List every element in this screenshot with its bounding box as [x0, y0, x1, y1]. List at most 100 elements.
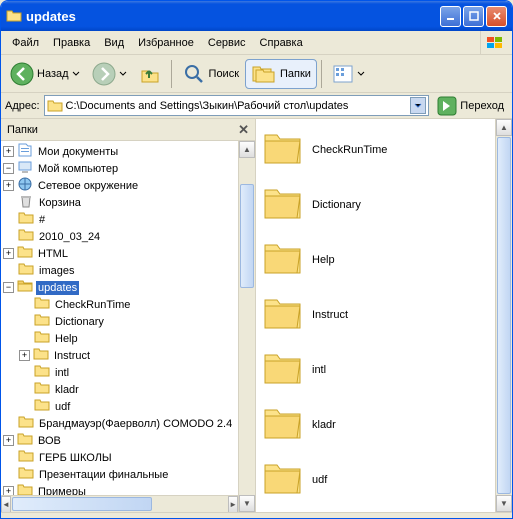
go-label: Переход	[460, 100, 504, 112]
tree-item[interactable]: Dictionary	[1, 313, 238, 330]
tree-item[interactable]: +Сетевое окружение	[1, 177, 238, 194]
expand-button[interactable]: −	[3, 163, 14, 174]
chevron-down-icon	[119, 70, 127, 78]
scrollbar-vertical[interactable]: ▲▼	[238, 141, 255, 512]
folder-label: Instruct	[312, 309, 348, 321]
tree-item[interactable]: udf	[1, 398, 238, 415]
address-input-wrap	[44, 95, 430, 116]
tree-label: Help	[53, 332, 80, 346]
folder-item[interactable]: CheckRunTime	[260, 127, 491, 172]
folder-icon	[262, 404, 304, 445]
folder-icon	[262, 184, 304, 225]
search-label: Поиск	[209, 68, 239, 80]
expand-button[interactable]: −	[3, 282, 14, 293]
tree-item[interactable]: images	[1, 262, 238, 279]
menu-tools[interactable]: Сервис	[201, 35, 253, 51]
address-label: Адрес:	[5, 100, 40, 112]
tree-item[interactable]: ГЕРБ ШКОЛЫ	[1, 449, 238, 466]
go-button[interactable]: Переход	[433, 94, 508, 118]
file-list[interactable]: CheckRunTime Dictionary Help Instruct intl kl…	[256, 119, 495, 512]
menu-file[interactable]: Файл	[5, 35, 46, 51]
folder-item[interactable]: intl	[260, 347, 491, 392]
tree-label: Корзина	[37, 196, 83, 210]
folder-label: Help	[312, 254, 335, 266]
maximize-button[interactable]	[463, 6, 484, 27]
expand-button[interactable]: +	[3, 180, 14, 191]
tree-label: kladr	[53, 383, 81, 397]
folder-icon	[262, 459, 304, 500]
folder-item[interactable]: Dictionary	[260, 182, 491, 227]
menu-edit[interactable]: Правка	[46, 35, 97, 51]
folders-title: Папки	[7, 124, 238, 136]
back-button[interactable]: Назад	[5, 59, 85, 89]
tree-item[interactable]: +HTML	[1, 245, 238, 262]
folder-item[interactable]: Help	[260, 237, 491, 282]
address-input[interactable]	[63, 100, 411, 112]
folder-item[interactable]: Instruct	[260, 292, 491, 337]
expand-button[interactable]: +	[3, 146, 14, 157]
close-panel-button[interactable]: ✕	[238, 122, 249, 138]
tree-item[interactable]: CheckRunTime	[1, 296, 238, 313]
tree-label: CheckRunTime	[53, 298, 132, 312]
tree-label: intl	[53, 366, 71, 380]
tree-label: ВОВ	[36, 434, 63, 448]
statusbar	[1, 512, 512, 518]
tree-item[interactable]: Корзина	[1, 194, 238, 211]
menu-help[interactable]: Справка	[253, 35, 310, 51]
tree-item[interactable]: + Примеры	[1, 483, 238, 495]
tree-label: updates	[36, 281, 79, 295]
expand-button[interactable]: +	[3, 248, 14, 259]
folders-label: Папки	[280, 68, 311, 80]
folder-item[interactable]: udf	[260, 457, 491, 502]
tree-label: Instruct	[52, 349, 92, 363]
menu-view[interactable]: Вид	[97, 35, 131, 51]
tree-item[interactable]: − updates	[1, 279, 238, 296]
expand-button[interactable]: +	[3, 435, 14, 446]
forward-button[interactable]	[87, 59, 132, 89]
tree-item[interactable]: Брандмауэр(Фаерволл) COMODO 2.4	[1, 415, 238, 432]
menu-favorites[interactable]: Избранное	[131, 35, 201, 51]
tree-icon	[17, 482, 33, 495]
tree-item[interactable]: −Мой компьютер	[1, 160, 238, 177]
folder-icon	[47, 98, 63, 114]
tree-item[interactable]: kladr	[1, 381, 238, 398]
search-button[interactable]: Поиск	[177, 59, 244, 89]
tree-label: #	[37, 213, 47, 227]
tree-item[interactable]: + ВОВ	[1, 432, 238, 449]
tree-item[interactable]: intl	[1, 364, 238, 381]
tree-item[interactable]: #	[1, 211, 238, 228]
folder-label: Dictionary	[312, 199, 361, 211]
folder-item[interactable]: kladr	[260, 402, 491, 447]
scrollbar-horizontal[interactable]: ◄►	[1, 495, 238, 512]
expand-button[interactable]: +	[3, 486, 14, 495]
address-bar: Адрес: Переход	[1, 93, 512, 119]
tree-label: udf	[53, 400, 72, 414]
folder-icon	[262, 239, 304, 280]
tree-item[interactable]: +Мои документы	[1, 143, 238, 160]
tree-item[interactable]: 2010_03_24	[1, 228, 238, 245]
separator	[171, 60, 172, 88]
scrollbar-vertical[interactable]: ▲▼	[495, 119, 512, 512]
folder-tree[interactable]: +Мои документы−Мой компьютер+Сетевое окр…	[1, 141, 238, 495]
tree-icon	[17, 278, 33, 297]
tree-item[interactable]: Презентации финальные	[1, 466, 238, 483]
folders-panel: Папки ✕ +Мои документы−Мой компьютер+Сет…	[1, 119, 256, 512]
folders-button[interactable]: Папки	[246, 60, 316, 88]
tree-label: Примеры	[36, 485, 88, 496]
chevron-down-icon	[357, 70, 365, 78]
tree-item[interactable]: Help	[1, 330, 238, 347]
minimize-button[interactable]	[440, 6, 461, 27]
expand-button[interactable]: +	[19, 350, 30, 361]
up-button[interactable]	[134, 60, 166, 88]
explorer-window: updates Файл Правка Вид Избранное Сервис…	[0, 0, 513, 519]
folders-header: Папки ✕	[1, 119, 255, 141]
tree-label: Dictionary	[53, 315, 106, 329]
address-dropdown[interactable]	[410, 97, 426, 114]
titlebar[interactable]: updates	[1, 1, 512, 31]
menubar: Файл Правка Вид Избранное Сервис Справка	[1, 31, 512, 55]
tree-item[interactable]: + Instruct	[1, 347, 238, 364]
close-button[interactable]	[486, 6, 507, 27]
views-button[interactable]	[327, 60, 370, 88]
folder-icon	[262, 129, 304, 170]
folder-icon	[262, 349, 304, 390]
